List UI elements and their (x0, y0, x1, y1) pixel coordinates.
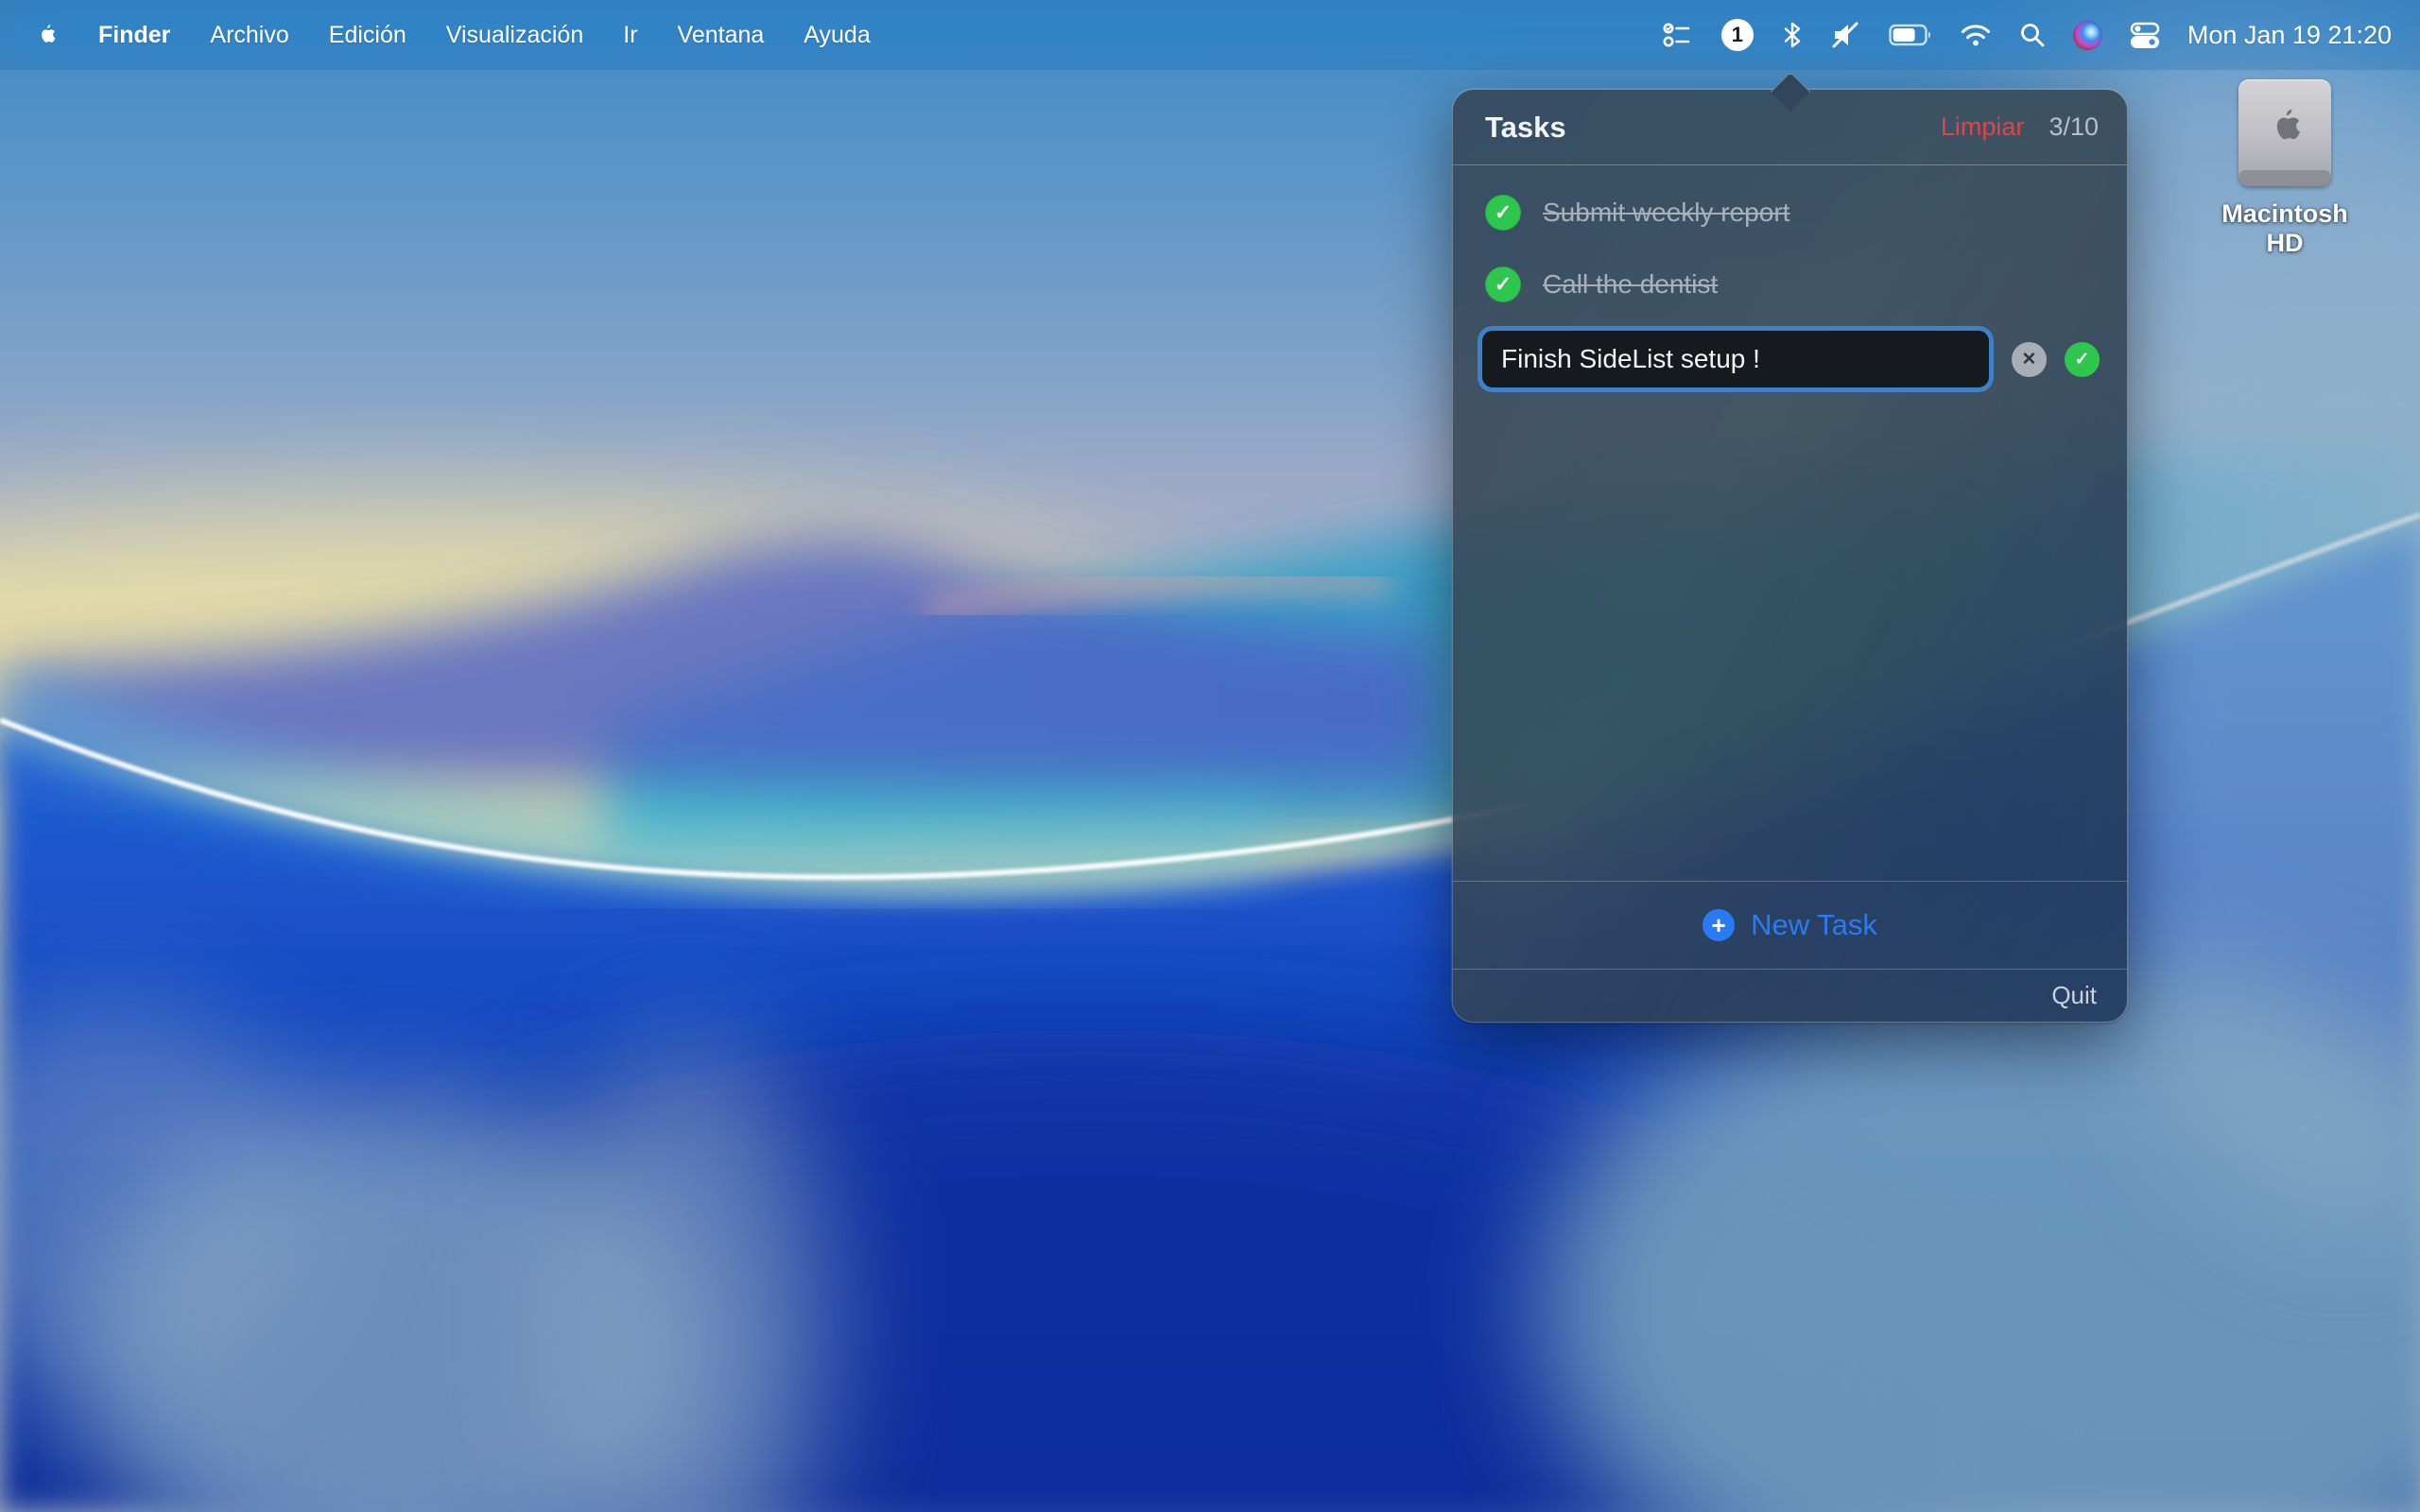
task-row: ✓ Call the dentist (1453, 249, 2127, 320)
siri-icon[interactable] (2073, 16, 2102, 54)
apple-menu-icon[interactable] (34, 16, 59, 54)
task-done-checkbox[interactable]: ✓ (1485, 266, 1521, 302)
menu-item-ayuda[interactable]: Ayuda (804, 22, 870, 49)
menu-item-ventana[interactable]: Ventana (678, 22, 765, 49)
new-task-input-row: ✕ ✓ (1478, 326, 2102, 392)
task-list: ✓ Submit weekly report ✓ Call the dentis… (1453, 165, 2127, 392)
quit-button[interactable]: Quit (2051, 981, 2097, 1010)
bluetooth-icon[interactable] (1781, 16, 1804, 54)
macintosh-hd-desktop-icon[interactable]: Macintosh HD (2204, 79, 2365, 258)
new-task-label: New Task (1751, 908, 1877, 942)
apple-logo-icon (2264, 114, 2306, 152)
cancel-task-button[interactable]: ✕ (2012, 342, 2047, 377)
tasklist-menu-icon[interactable] (1662, 16, 1694, 54)
menu-bar-clock[interactable]: Mon Jan 19 21:20 (2187, 21, 2392, 50)
task-row: ✓ Submit weekly report (1453, 177, 2127, 249)
menu-bar-left: Finder Archivo Edición Visualización Ir … (34, 16, 871, 54)
volume-muted-icon[interactable] (1831, 16, 1861, 54)
spotlight-icon[interactable] (2019, 16, 2046, 54)
menu-bar-status-area: 1 (1662, 16, 2392, 54)
menu-bar: Finder Archivo Edición Visualización Ir … (0, 0, 2420, 70)
menu-item-ir[interactable]: Ir (623, 22, 637, 49)
hard-drive-icon (2238, 79, 2331, 186)
confirm-task-button[interactable]: ✓ (2065, 342, 2100, 377)
menu-item-edicion[interactable]: Edición (329, 22, 406, 49)
battery-icon[interactable] (1889, 16, 1932, 54)
clear-completed-button[interactable]: Limpiar (1941, 112, 2025, 142)
panel-header-right: Limpiar 3/10 (1941, 112, 2099, 142)
menu-item-visualizacion[interactable]: Visualización (446, 22, 583, 49)
new-task-input[interactable] (1478, 326, 1994, 392)
panel-footer: Quit (1453, 969, 2127, 1022)
panel-title: Tasks (1485, 111, 1566, 145)
task-label: Call the dentist (1543, 269, 1718, 300)
new-task-button[interactable]: + New Task (1453, 881, 2127, 969)
volume-label: Macintosh HD (2204, 199, 2365, 258)
drive-foot (2238, 170, 2331, 186)
menu-item-finder[interactable]: Finder (98, 22, 170, 49)
wifi-icon[interactable] (1960, 16, 1992, 54)
task-counter: 3/10 (2048, 112, 2099, 142)
control-center-icon[interactable] (2130, 16, 2160, 54)
task-count-badge[interactable]: 1 (1721, 19, 1754, 51)
tasks-popover-panel: Tasks Limpiar 3/10 ✓ Submit weekly repor… (1453, 90, 2127, 1022)
plus-icon: + (1703, 909, 1735, 941)
task-done-checkbox[interactable]: ✓ (1485, 195, 1521, 231)
menu-item-archivo[interactable]: Archivo (210, 22, 288, 49)
task-label: Submit weekly report (1543, 198, 1789, 228)
